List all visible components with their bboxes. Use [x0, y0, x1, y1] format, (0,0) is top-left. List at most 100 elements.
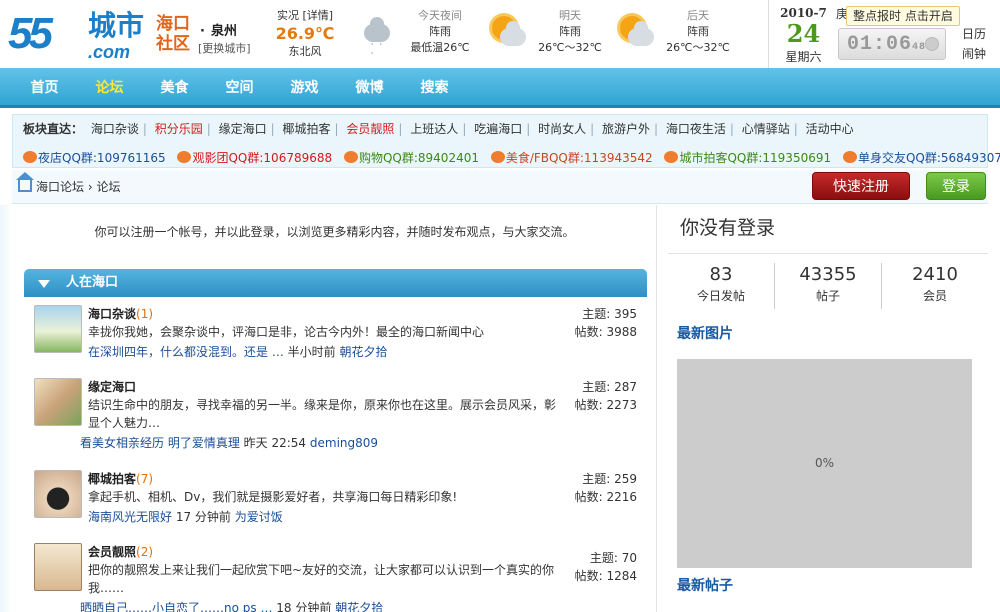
digital-clock[interactable]: 01:0648: [838, 28, 946, 60]
new-post-count: (1): [136, 307, 154, 321]
weather-now-temp: 26.9℃: [275, 24, 335, 43]
qq-group-link[interactable]: 观影团QQ群:106789688: [192, 151, 332, 165]
post-count: 帖数: 2216: [574, 490, 637, 504]
quick-register-button[interactable]: 快速注册: [812, 172, 910, 200]
breadcrumb-home-link[interactable]: 海口论坛: [36, 180, 84, 194]
board-link[interactable]: 旅游户外: [602, 122, 650, 136]
alarm-link[interactable]: 闹钟: [962, 47, 986, 61]
board-link[interactable]: 椰城拍客: [283, 122, 331, 136]
board-link[interactable]: 海口夜生活: [666, 122, 726, 136]
stat-label: 会员: [922, 289, 947, 303]
qq-group-link[interactable]: 美食/FBQQ群:113943542: [506, 151, 653, 165]
nav-space[interactable]: 空间: [207, 68, 272, 108]
weather-tonight-label: 今天夜间: [418, 9, 462, 22]
last-post-link[interactable]: 看美女相亲经历 明了爱情真理: [80, 436, 240, 450]
forum-link[interactable]: 海口杂谈: [88, 307, 136, 321]
board-link[interactable]: 海口杂谈: [91, 122, 139, 136]
weather-now-wind: 东北风: [288, 45, 322, 58]
sun-shower-icon: [620, 16, 654, 46]
people-icon: [343, 151, 358, 163]
breadcrumb-separator: ›: [87, 180, 93, 194]
not-logged-in-title: 你没有登录: [680, 217, 776, 239]
forum-row: 椰城拍客(7) 拿起手机、相机、Dv，我们就是摄影爱好者，共享海口每日精彩印象!…: [24, 470, 647, 530]
qq-group-link[interactable]: 夜店QQ群:109761165: [38, 151, 166, 165]
nav-games[interactable]: 游戏: [272, 68, 337, 108]
forum-description: 幸拢你我她，会聚杂谈中，评海口是非，论古今内外！最全的海口新闻中心: [88, 325, 485, 339]
last-post-time: 昨天 22:54: [243, 436, 307, 450]
last-post: 晒晒自己……小自恋了……no ps … 18 分钟前 朝花夕拾: [80, 599, 383, 612]
board-link[interactable]: 时尚女人: [538, 122, 586, 136]
forum-link[interactable]: 缘定海口: [88, 380, 136, 394]
sun-shower-icon: [492, 16, 526, 46]
calendar-link[interactable]: 日历: [962, 27, 986, 41]
forum-link[interactable]: 会员靓照: [88, 545, 136, 559]
board-link[interactable]: 缘定海口: [219, 122, 267, 136]
forum-main: 你可以注册一个帐号，并以此登录，以浏览更多精彩内容，并随时发布观点，与大家交流。…: [12, 205, 657, 612]
latest-picture-slideshow[interactable]: 0%: [677, 359, 972, 568]
forum-name: 缘定海口: [88, 378, 136, 395]
forum-thumbnail[interactable]: [34, 470, 82, 518]
last-post-user[interactable]: 朝花夕拾: [335, 601, 383, 612]
nav-food[interactable]: 美食: [142, 68, 207, 108]
date-weekday: 星期六: [785, 50, 822, 64]
people-icon: [177, 151, 192, 163]
last-post-user[interactable]: 朝花夕拾: [340, 345, 388, 359]
forum-name: 会员靓照(2): [88, 543, 153, 560]
forum-link[interactable]: 椰城拍客: [88, 472, 136, 486]
weather-tonight-temp: 最低温26℃: [410, 41, 470, 54]
latest-posts-title: 最新帖子: [677, 578, 733, 594]
nav-home[interactable]: 首页: [12, 68, 77, 108]
weather-detail-link[interactable]: [详情]: [302, 9, 333, 22]
collapse-triangle-icon[interactable]: [38, 280, 50, 288]
nav-weibo[interactable]: 微博: [337, 68, 402, 108]
last-post: 在深圳四年，什么都没混到。还是 … 半小时前 朝花夕拾: [88, 343, 388, 360]
topic-count: 主题: 287: [582, 380, 637, 394]
topic-count: 主题: 395: [582, 307, 637, 321]
weather-tonight-cond: 阵雨: [429, 25, 451, 38]
home-icon[interactable]: [16, 172, 34, 192]
forum-stats: 主题: 287 帖数: 2273: [575, 378, 637, 414]
current-city: · 泉州: [200, 24, 237, 39]
date-panel: 2010-7 24 星期六: [768, 0, 838, 68]
qq-group-link[interactable]: 城市拍客QQ群:119350691: [679, 151, 831, 165]
last-post-link[interactable]: 在深圳四年，什么都没混到。还是 …: [88, 345, 284, 359]
login-button[interactable]: 登录: [926, 172, 986, 200]
logo-shequ: 社区: [156, 34, 190, 54]
last-post-user[interactable]: deming809: [310, 436, 378, 450]
section-header[interactable]: 人在海口: [24, 269, 647, 297]
stat-members: 2410 会员: [882, 263, 988, 304]
weather-after-label: 后天: [687, 9, 709, 22]
post-count: 帖数: 3988: [574, 325, 637, 339]
people-icon: [842, 151, 857, 163]
last-post-link[interactable]: 晒晒自己……小自恋了……no ps …: [80, 601, 272, 612]
post-count: 帖数: 1284: [574, 569, 637, 583]
board-link[interactable]: 心情驿站: [742, 122, 790, 136]
stat-label: 今日发帖: [696, 289, 745, 303]
bell-icon[interactable]: [925, 37, 939, 51]
stat-total-posts: 43355 帖子: [775, 263, 881, 304]
last-post-user[interactable]: 为爱讨饭: [235, 510, 283, 524]
hourly-chime-tooltip[interactable]: 整点报时 点击开启: [846, 6, 960, 26]
nav-forum[interactable]: 论坛: [77, 68, 142, 108]
forum-thumbnail[interactable]: [34, 378, 82, 426]
weather-after-cond: 阵雨: [687, 25, 709, 38]
last-post-link[interactable]: 海南风光无限好: [88, 510, 172, 524]
board-link[interactable]: 上班达人: [410, 122, 458, 136]
last-post-time: 18 分钟前: [276, 601, 332, 612]
weather-tomorrow-label: 明天: [559, 9, 581, 22]
nav-search[interactable]: 搜索: [402, 68, 467, 108]
forum-thumbnail[interactable]: [34, 305, 82, 353]
board-link[interactable]: 积分乐园: [155, 122, 203, 136]
breadcrumb-text: 海口论坛 › 论坛: [36, 178, 121, 195]
switch-city-link[interactable]: [更换城市]: [198, 40, 251, 56]
board-link[interactable]: 活动中心: [806, 122, 854, 136]
page-left-gradient: [0, 205, 12, 612]
board-link[interactable]: 会员靓照: [346, 122, 394, 136]
qq-group-link[interactable]: 单身交友QQ群:56849307: [858, 151, 1000, 165]
people-icon: [23, 151, 37, 163]
divider: [668, 253, 988, 254]
qq-group-link[interactable]: 购物QQ群:89402401: [359, 151, 479, 165]
forum-thumbnail[interactable]: [34, 543, 82, 591]
board-link[interactable]: 吃遍海口: [474, 122, 522, 136]
site-logo[interactable]: 55 城市 .com 海口 社区: [8, 10, 193, 63]
